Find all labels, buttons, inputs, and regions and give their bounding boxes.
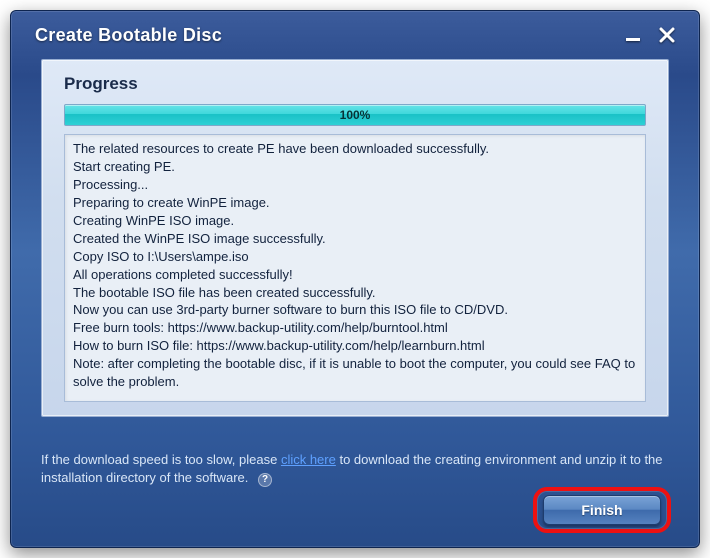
footer: Finish	[11, 487, 699, 547]
log-line: Start creating PE.	[73, 158, 637, 176]
log-line: Free burn tools: https://www.backup-util…	[73, 319, 637, 337]
log-line: Preparing to create WinPE image.	[73, 194, 637, 212]
log-line: The related resources to create PE have …	[73, 140, 637, 158]
finish-button[interactable]: Finish	[543, 495, 661, 525]
minimize-button[interactable]	[623, 25, 643, 45]
log-output[interactable]: The related resources to create PE have …	[64, 134, 646, 402]
minimize-icon	[625, 27, 641, 43]
window-title: Create Bootable Disc	[35, 25, 222, 46]
close-button[interactable]	[657, 25, 677, 45]
progress-percent: 100%	[340, 108, 371, 122]
log-line: Copy ISO to I:\Users\ampe.iso	[73, 248, 637, 266]
progress-bar: 100%	[64, 104, 646, 126]
log-line: Creating WinPE ISO image.	[73, 212, 637, 230]
content-panel: Progress 100% The related resources to c…	[41, 59, 669, 417]
hint-text-pre: If the download speed is too slow, pleas…	[41, 452, 281, 467]
log-line: Note: after completing the bootable disc…	[73, 355, 637, 391]
progress-heading: Progress	[64, 74, 646, 94]
log-line: How to burn ISO file: https://www.backup…	[73, 337, 637, 355]
log-line: Processing...	[73, 176, 637, 194]
click-here-link[interactable]: click here	[281, 452, 336, 467]
log-line: Created the WinPE ISO image successfully…	[73, 230, 637, 248]
log-line: The bootable ISO file has been created s…	[73, 284, 637, 302]
title-bar: Create Bootable Disc	[11, 11, 699, 59]
dialog-window: Create Bootable Disc Progress 100% The r…	[10, 10, 700, 548]
help-icon[interactable]: ?	[258, 473, 272, 487]
title-buttons	[623, 25, 677, 45]
close-icon	[659, 27, 675, 43]
log-line: All operations completed successfully!	[73, 266, 637, 284]
log-line: Now you can use 3rd-party burner softwar…	[73, 301, 637, 319]
download-hint: If the download speed is too slow, pleas…	[41, 451, 669, 487]
